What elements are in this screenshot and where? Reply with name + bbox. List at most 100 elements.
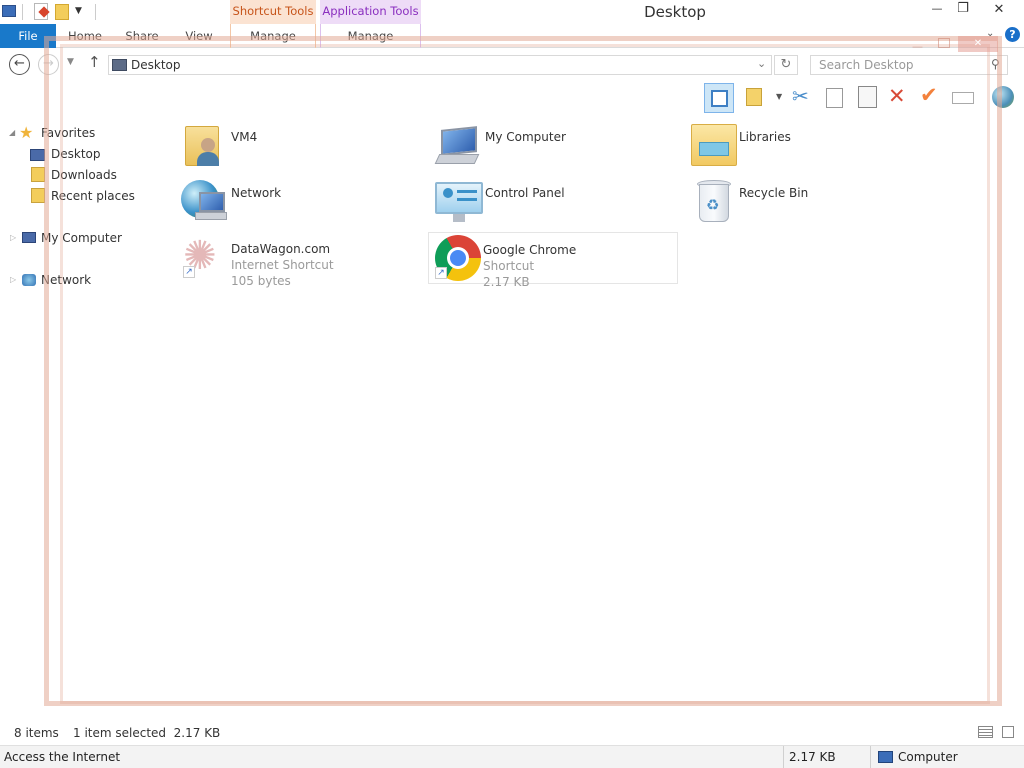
help-icon[interactable]: ? <box>1005 27 1020 42</box>
qat-separator <box>95 4 96 20</box>
up-button[interactable]: ↑ <box>88 53 101 71</box>
list-item[interactable]: VM4 <box>177 120 427 172</box>
rename-icon[interactable] <box>952 92 974 104</box>
item-name: Libraries <box>739 130 791 144</box>
search-icon[interactable]: ⚲ <box>991 57 1000 71</box>
computer-icon <box>878 751 893 763</box>
nav-my-computer[interactable]: My Computer <box>41 228 122 248</box>
item-type: Shortcut <box>483 259 535 273</box>
computer-icon <box>434 120 481 170</box>
list-item[interactable]: My Computer <box>431 120 681 172</box>
item-count: 8 items <box>14 726 59 740</box>
address-path: Desktop <box>131 58 181 72</box>
item-name: VM4 <box>231 130 258 144</box>
recent-locations-icon[interactable]: ▼ <box>67 57 74 67</box>
window-icon[interactable] <box>2 5 16 17</box>
status-bar: 8 items 1 item selected 2.17 KB <box>0 722 1024 744</box>
application-tools-group: Application Tools <box>320 0 421 24</box>
favorites-expand-icon[interactable]: ◢ <box>9 128 15 137</box>
bottom-status-bar: Access the Internet 2.17 KB Computer <box>0 745 1024 768</box>
computer-expand-icon[interactable]: ▷ <box>10 233 16 242</box>
list-item[interactable]: ↗ Google Chrome Shortcut 2.17 KB <box>428 232 678 289</box>
tab-application-manage[interactable]: Manage <box>320 24 421 48</box>
network-icon <box>22 274 36 286</box>
libraries-folder-icon <box>689 120 737 170</box>
delete-icon[interactable]: ✕ <box>888 84 906 108</box>
item-name: My Computer <box>485 130 566 144</box>
item-type: Internet Shortcut <box>231 258 334 272</box>
qat-dropdown-icon[interactable]: ▼ <box>75 6 82 16</box>
nav-recent-places[interactable]: Recent places <box>51 186 135 206</box>
user-folder-icon <box>181 120 227 170</box>
tab-shortcut-manage[interactable]: Manage <box>230 24 316 48</box>
ghost-close-icon: ✕ <box>958 36 998 52</box>
status-divider <box>783 746 784 768</box>
list-item[interactable]: Control Panel <box>431 176 681 228</box>
toolbar: ▼ ✂ ✕ ✔ <box>44 82 1024 116</box>
nav-network[interactable]: Network <box>41 270 91 290</box>
minimize-button[interactable]: — <box>924 2 950 15</box>
tagging-icon[interactable] <box>746 88 762 106</box>
nav-downloads[interactable]: Downloads <box>51 165 117 185</box>
list-item[interactable]: ✺ ↗ DataWagon.com Internet Shortcut 105 … <box>177 232 427 288</box>
internet-shortcut-icon: ✺ ↗ <box>183 233 217 279</box>
checkmark-icon[interactable]: ✔ <box>920 83 938 107</box>
maximize-button[interactable]: ❐ <box>950 1 976 16</box>
large-icons-view-icon[interactable] <box>1002 726 1014 738</box>
file-tab[interactable]: File <box>0 24 56 48</box>
status-size: 2.17 KB <box>789 750 836 764</box>
cut-icon[interactable]: ✂ <box>792 84 809 108</box>
nav-favorites[interactable]: Favorites <box>41 123 95 143</box>
search-input[interactable]: Search Desktop <box>819 58 914 72</box>
qat-separator <box>22 4 23 20</box>
desktop-icon <box>30 149 45 161</box>
search-box[interactable]: Search Desktop ⚲ <box>810 55 1008 75</box>
status-zone: Computer <box>898 750 958 764</box>
copy-icon[interactable] <box>826 88 843 108</box>
desktop-icon <box>112 59 127 71</box>
paste-icon[interactable] <box>858 86 877 108</box>
item-size: 2.17 KB <box>483 275 530 289</box>
tab-share[interactable]: Share <box>116 24 168 48</box>
recent-places-icon <box>31 188 45 203</box>
item-name: Network <box>231 186 282 200</box>
item-name: DataWagon.com <box>231 242 331 256</box>
tab-home[interactable]: Home <box>60 24 110 48</box>
ribbon-tabs: File Home Share View Manage Manage ⌄ ? <box>0 24 1024 48</box>
list-item[interactable]: ♻ Recycle Bin <box>685 176 935 228</box>
window-title: Desktop <box>644 3 706 21</box>
control-panel-icon <box>435 176 483 226</box>
status-hint: Access the Internet <box>4 750 121 764</box>
globe-icon[interactable] <box>992 86 1014 108</box>
shortcut-tools-group: Shortcut Tools <box>230 0 316 24</box>
tab-view[interactable]: View <box>174 24 224 48</box>
computer-icon <box>22 232 36 243</box>
status-divider <box>870 746 871 768</box>
item-name: Recycle Bin <box>739 186 809 200</box>
address-row: ← → ▼ ↑ Desktop ⌄ ↻ Search Desktop ⚲ <box>0 48 1024 82</box>
refresh-button[interactable]: ↻ <box>774 55 798 75</box>
item-size: 105 bytes <box>231 274 291 288</box>
back-button[interactable]: ← <box>9 54 30 75</box>
list-item[interactable]: Network <box>177 176 427 228</box>
address-dropdown-icon[interactable]: ⌄ <box>757 57 766 70</box>
chrome-icon: ↗ <box>433 233 481 283</box>
details-view-icon[interactable] <box>978 726 993 738</box>
close-button[interactable]: ✕ <box>984 2 1014 17</box>
title-bar: ▼ Shortcut Tools Application Tools Deskt… <box>0 0 1024 24</box>
new-folder-icon[interactable] <box>55 4 69 20</box>
address-bar[interactable]: Desktop ⌄ <box>108 55 772 75</box>
network-expand-icon[interactable]: ▷ <box>10 275 16 284</box>
properties-icon[interactable] <box>34 3 50 20</box>
preview-pane-icon[interactable] <box>704 83 734 113</box>
ghost-maximize-icon <box>938 38 950 48</box>
list-item[interactable]: Libraries <box>685 120 935 172</box>
downloads-icon <box>31 167 45 182</box>
network-globe-icon <box>181 176 227 226</box>
selection-info: 1 item selected 2.17 KB <box>73 726 221 740</box>
star-icon: ★ <box>19 123 34 142</box>
item-name: Control Panel <box>485 186 565 200</box>
forward-button[interactable]: → <box>38 54 59 75</box>
tagging-dropdown-icon[interactable]: ▼ <box>776 92 782 101</box>
nav-desktop[interactable]: Desktop <box>51 144 101 164</box>
